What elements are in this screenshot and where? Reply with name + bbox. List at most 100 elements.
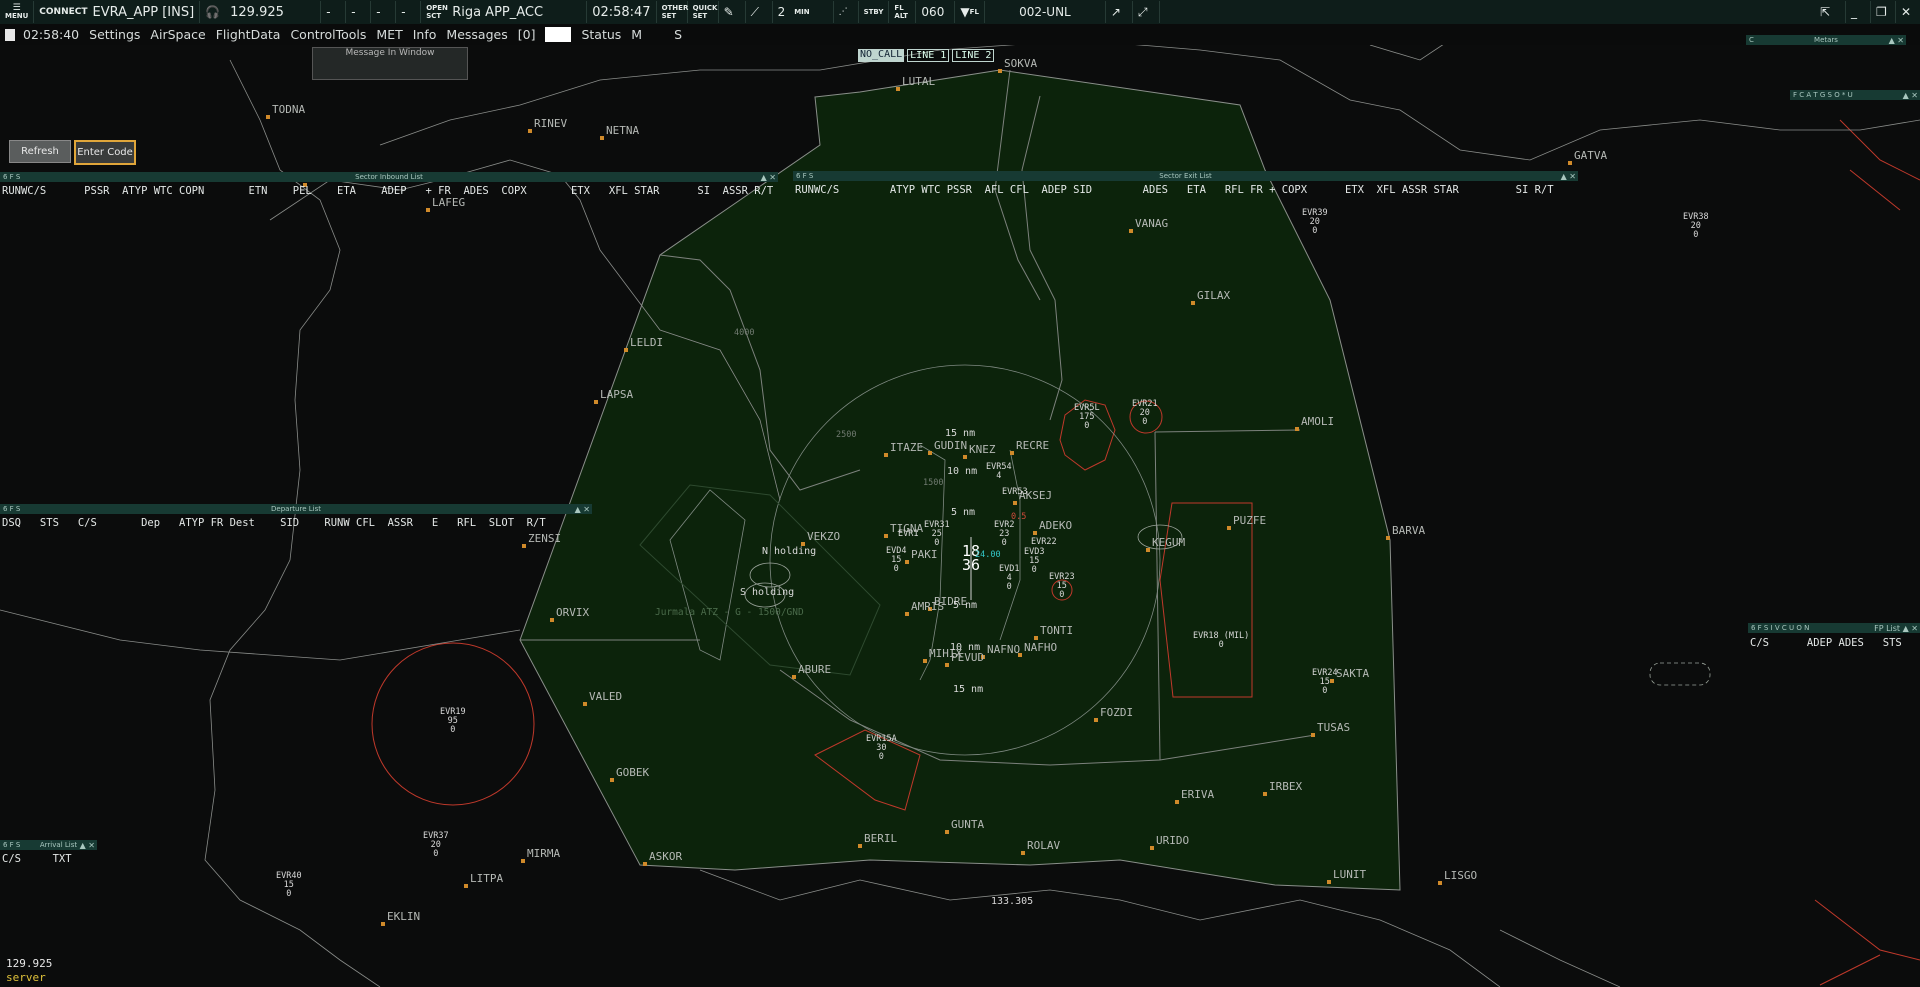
zone-evd3[interactable]: EVD3 15 0 [1024,548,1044,575]
metars-header[interactable]: C Metars ▲ ✕ [1746,35,1906,45]
zone-evr31[interactable]: EVR31 25 0 [924,521,950,548]
top-right-toolbar[interactable]: F C A T G S O * U ▲ ✕ [1790,90,1920,100]
sector-exit-controls[interactable]: ▲ ✕ [1561,172,1576,181]
waypoint-label-lunit[interactable]: LUNIT [1333,869,1366,880]
waypoint-label-lutal[interactable]: LUTAL [902,76,935,87]
waypoint-label-pevud[interactable]: PEVUD [951,652,984,663]
message-window[interactable]: Message In Window [312,47,468,80]
waypoint-label-lapsa[interactable]: LAPSA [600,389,633,400]
waypoint-label-gobek[interactable]: GOBEK [616,767,649,778]
zone-evr23[interactable]: EVR23 15 0 [1049,573,1075,600]
minimize-icon[interactable]: _ [1846,1,1871,23]
departure-list-tabs[interactable]: 6 F S [0,505,20,513]
sector-inbound-controls[interactable]: ▲ ✕ [761,173,776,182]
waypoint-label-itaze[interactable]: ITAZE [890,442,923,453]
zone-evr40[interactable]: EVR40 15 0 [276,872,302,899]
waypoint-label-gunta[interactable]: GUNTA [951,819,984,830]
departure-list-header[interactable]: 6 F S Departure List ▲ ✕ [0,504,592,514]
voice-line-1[interactable]: LINE 1 [907,49,950,62]
voice-line-2[interactable]: LINE 2 [952,49,995,62]
waypoint-label-rolav[interactable]: ROLAV [1027,840,1060,851]
fl-filter-button[interactable]: ▼ FL [955,1,985,23]
sector-inbound-header[interactable]: 6 F S Sector Inbound List ▲ ✕ [0,172,778,182]
waypoint-label-leldi[interactable]: LELDI [630,337,663,348]
maximize-icon[interactable]: ❐ [1871,1,1896,23]
zone-evr1[interactable]: EVR1 [898,530,918,539]
arrival-list-tabs[interactable]: 6 F S [0,841,20,849]
menu-messages[interactable]: Messages [446,27,507,42]
voice-no-call[interactable]: NO_CALL [858,49,905,62]
fp-list-tabs[interactable]: 6 F S I V C U O N [1748,624,1809,632]
fp-list-title-controls[interactable]: FP List ▲ ✕ [1874,624,1918,633]
zone-evd1[interactable]: EVD1 4 0 [999,565,1019,592]
sector-exit-header[interactable]: 6 F S Sector Exit List ▲ ✕ [793,171,1578,181]
close-icon[interactable]: ✕ [1896,1,1920,23]
waypoint-label-eklin[interactable]: EKLIN [387,911,420,922]
refresh-button[interactable]: Refresh [9,140,71,163]
waypoint-label-recre[interactable]: RECRE [1016,440,1049,451]
connect-button[interactable]: CONNECT EVRA_APP [INS] [34,1,201,23]
waypoint-label-urido[interactable]: URIDO [1156,835,1189,846]
arrival-list-controls[interactable]: ▲ ✕ [80,841,95,850]
waypoint-label-rinev[interactable]: RINEV [534,118,567,129]
stby-button[interactable]: STBY [859,1,890,23]
waypoint-label-zensi[interactable]: ZENSI [528,533,561,544]
sector-exit-tabs[interactable]: 6 F S [793,172,813,180]
menu-white-box[interactable] [545,27,572,42]
waypoint-label-vanag[interactable]: VANAG [1135,218,1168,229]
dash-2[interactable]: - [346,1,372,23]
metars-controls[interactable]: ▲ ✕ [1889,36,1904,45]
fl-value[interactable]: 060 [916,1,956,23]
waypoint-label-todna[interactable]: TODNA [272,104,305,115]
open-sector-button[interactable]: OPEN SCT Riga APP_ACC [421,1,588,23]
waypoint-label-orvix[interactable]: ORVIX [556,607,589,618]
waypoint-label-abure[interactable]: ABURE [798,664,831,675]
other-set-button[interactable]: OTHER SET [657,1,688,23]
quick-set-button[interactable]: QUICK SET [688,1,719,23]
arrival-list-header[interactable]: 6 F S Arrival List ▲ ✕ [0,840,97,850]
waypoint-label-barva[interactable]: BARVA [1392,525,1425,536]
waypoint-label-irbex[interactable]: IRBEX [1269,781,1302,792]
zone-evr2[interactable]: EVR2 23 0 [994,521,1014,548]
exit-icon[interactable]: ⇱ [1815,1,1846,23]
top-right-toolbar-controls[interactable]: ▲ ✕ [1903,91,1918,100]
waypoint-label-mirma[interactable]: MIRMA [527,848,560,859]
waypoint-label-knez[interactable]: KNEZ [969,444,996,455]
waypoint-label-adeko[interactable]: ADEKO [1039,520,1072,531]
zone-evr5l[interactable]: EVR5L 175 0 [1074,404,1100,431]
frequency-control[interactable]: 🎧 129.925 [200,1,322,23]
menu-s[interactable]: S [674,27,682,42]
min-control[interactable]: 2 MIN [773,1,834,23]
waypoint-label-litpa[interactable]: LITPA [470,873,503,884]
fl-alt-button[interactable]: FL ALT [889,1,917,23]
waypoint-label-gudin[interactable]: GUDIN [934,440,967,451]
departure-list-controls[interactable]: ▲ ✕ [575,505,590,514]
waypoint-label-valed[interactable]: VALED [589,691,622,702]
menu-m[interactable]: M [631,27,642,42]
sector-inbound-tabs[interactable]: 6 F S [0,173,20,181]
waypoint-label-paki[interactable]: PAKI [911,549,938,560]
dots-icon[interactable]: ⋰ [834,1,859,23]
menu-airspace[interactable]: AirSpace [150,27,205,42]
ruler-icon[interactable]: ⟋ [746,1,773,23]
zone-evd4[interactable]: EVD4 15 0 [886,547,906,574]
menu-met[interactable]: MET [376,27,402,42]
waypoint-label-sakta[interactable]: SAKTA [1336,668,1369,679]
zone-evr19[interactable]: EVR19 95 0 [440,708,466,735]
waypoint-label-amoli[interactable]: AMOLI [1301,416,1334,427]
zone-evr24[interactable]: EVR24 15 0 [1312,669,1338,696]
waypoint-label-gatva[interactable]: GATVA [1574,150,1607,161]
waypoint-label-tonti[interactable]: TONTI [1040,625,1073,636]
menu-info[interactable]: Info [413,27,437,42]
waypoint-label-askor[interactable]: ASKOR [649,851,682,862]
zone-evr54[interactable]: EVR54 4 [986,463,1012,481]
dash-4[interactable]: - [396,1,422,23]
waypoint-label-nafho[interactable]: NAFHO [1024,642,1057,653]
waypoint-label-netna[interactable]: NETNA [606,125,639,136]
menu-controltools[interactable]: ControlTools [290,27,366,42]
waypoint-label-tusas[interactable]: TUSAS [1317,722,1350,733]
menu-settings[interactable]: Settings [89,27,140,42]
menu-status[interactable]: Status [581,27,621,42]
waypoint-label-nafno[interactable]: NAFNO [987,644,1020,655]
waypoint-label-gilax[interactable]: GILAX [1197,290,1230,301]
